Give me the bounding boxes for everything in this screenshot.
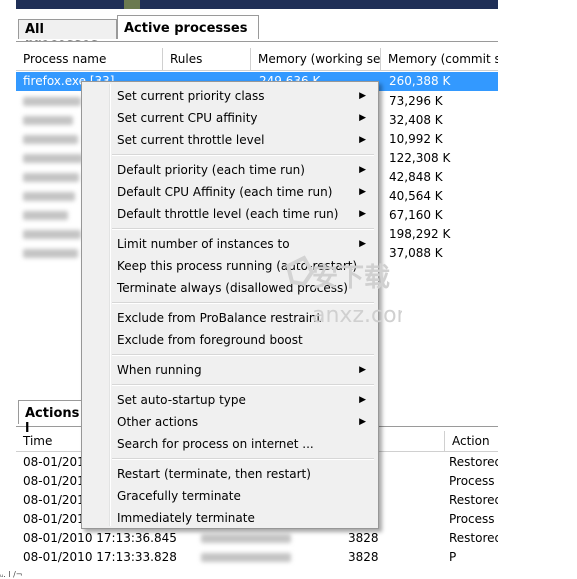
commit-size-cell: 37,088 K bbox=[389, 246, 443, 260]
commit-size-cell: 67,160 K bbox=[389, 208, 443, 222]
log-row[interactable]: 08-01/2010 17:13:33.828 3828 P bbox=[16, 548, 498, 567]
log-action: Restored bbox=[449, 455, 498, 469]
menu-item-default-cpu-affinity[interactable]: Default CPU Affinity (each time run) ▶ bbox=[84, 181, 376, 203]
menu-item-terminate-always[interactable]: Terminate always (disallowed process) bbox=[84, 277, 376, 299]
submenu-arrow-icon: ▶ bbox=[359, 417, 366, 427]
menu-item-keep-running[interactable]: Keep this process running (auto-restart) bbox=[84, 255, 376, 277]
redacted-name bbox=[23, 173, 79, 182]
top-graph-strip bbox=[16, 0, 498, 9]
process-tabs: All processes Active processes bbox=[16, 13, 498, 52]
column-header-memory-commit-size[interactable]: Memory (commit siz bbox=[381, 48, 498, 70]
commit-size-cell: 198,292 K bbox=[389, 227, 451, 241]
menu-item-other-actions[interactable]: Other actions ▶ bbox=[84, 411, 376, 433]
menu-separator bbox=[112, 354, 374, 356]
menu-item-default-throttle-level[interactable]: Default throttle level (each time run) ▶ bbox=[84, 203, 376, 225]
submenu-arrow-icon: ▶ bbox=[359, 187, 366, 197]
tab-actions-log[interactable]: Actions l bbox=[18, 400, 88, 436]
redacted-name bbox=[23, 116, 73, 125]
redacted-name bbox=[23, 230, 81, 239]
menu-item-limit-instances[interactable]: Limit number of instances to ▶ bbox=[84, 233, 376, 255]
menu-separator bbox=[112, 154, 374, 156]
submenu-arrow-icon: ▶ bbox=[359, 91, 366, 101]
submenu-arrow-icon: ▶ bbox=[359, 165, 366, 175]
log-action: Process p bbox=[449, 474, 498, 488]
submenu-arrow-icon: ▶ bbox=[359, 135, 366, 145]
menu-item-set-current-cpu-affinity[interactable]: Set current CPU affinity ▶ bbox=[84, 107, 376, 129]
log-action: Restored bbox=[449, 493, 498, 507]
menu-item-search-internet[interactable]: Search for process on internet ... bbox=[84, 433, 376, 455]
table-header: Process name Rules Memory (working set) … bbox=[16, 48, 498, 71]
graph-highlight bbox=[124, 0, 140, 9]
menu-item-set-auto-startup-type[interactable]: Set auto-startup type ▶ bbox=[84, 389, 376, 411]
commit-size-cell: 260,388 K bbox=[389, 74, 451, 88]
submenu-arrow-icon: ▶ bbox=[359, 209, 366, 219]
submenu-arrow-icon: ▶ bbox=[359, 239, 366, 249]
log-pid: 3828 bbox=[348, 531, 379, 545]
log-action: P bbox=[449, 550, 457, 564]
submenu-arrow-icon: ▶ bbox=[359, 113, 366, 123]
redacted-name bbox=[23, 192, 75, 201]
log-action: Restored bbox=[449, 531, 498, 545]
redacted-name bbox=[23, 211, 68, 220]
redacted-process bbox=[201, 534, 291, 543]
menu-item-gracefully-terminate[interactable]: Gracefully terminate bbox=[84, 485, 376, 507]
redacted-name bbox=[23, 97, 81, 106]
menu-item-set-current-throttle-level[interactable]: Set current throttle level ▶ bbox=[84, 129, 376, 151]
redacted-process bbox=[201, 553, 291, 562]
submenu-arrow-icon: ▶ bbox=[359, 365, 366, 375]
log-time: 08-01/2010 17:13:33.828 bbox=[23, 550, 177, 564]
log-action: Process p bbox=[449, 512, 498, 526]
column-header-process-name[interactable]: Process name bbox=[16, 48, 163, 70]
column-header-memory-working-set[interactable]: Memory (working set) bbox=[251, 48, 381, 70]
menu-item-exclude-foreground-boost[interactable]: Exclude from foreground boost bbox=[84, 329, 376, 351]
menu-separator bbox=[112, 228, 374, 230]
commit-size-cell: 122,308 K bbox=[389, 151, 451, 165]
column-header-action[interactable]: Action bbox=[444, 431, 498, 451]
commit-size-cell: 42,848 K bbox=[389, 170, 443, 184]
commit-size-cell: 73,296 K bbox=[389, 94, 443, 108]
menu-item-default-priority[interactable]: Default priority (each time run) ▶ bbox=[84, 159, 376, 181]
menu-separator bbox=[112, 302, 374, 304]
menu-separator bbox=[112, 384, 374, 386]
commit-size-cell: 10,992 K bbox=[389, 132, 443, 146]
menu-item-exclude-probalance[interactable]: Exclude from ProBalance restraint bbox=[84, 307, 376, 329]
column-header-rules[interactable]: Rules bbox=[163, 48, 251, 70]
menu-separator bbox=[112, 458, 374, 460]
menu-item-restart[interactable]: Restart (terminate, then restart) bbox=[84, 463, 376, 485]
redacted-name bbox=[23, 154, 83, 163]
log-pid: 3828 bbox=[348, 550, 379, 564]
commit-size-cell: 40,564 K bbox=[389, 189, 443, 203]
menu-item-immediately-terminate[interactable]: Immediately terminate bbox=[84, 507, 376, 529]
tab-active-processes[interactable]: Active processes bbox=[117, 15, 259, 39]
tab-all-processes[interactable]: All processes bbox=[18, 19, 117, 52]
redacted-name bbox=[23, 249, 78, 258]
redacted-name bbox=[23, 135, 78, 144]
log-time: 08-01/2010 17:13:36.845 bbox=[23, 531, 177, 545]
submenu-arrow-icon: ▶ bbox=[359, 395, 366, 405]
process-context-menu: Set current priority class ▶ Set current … bbox=[81, 81, 379, 529]
menu-item-when-running[interactable]: When running ▶ bbox=[84, 359, 376, 381]
commit-size-cell: 32,408 K bbox=[389, 113, 443, 127]
log-row[interactable]: 08-01/2010 17:13:36.845 3828 Restored bbox=[16, 529, 498, 548]
menu-item-set-current-priority-class[interactable]: Set current priority class ▶ bbox=[84, 85, 376, 107]
